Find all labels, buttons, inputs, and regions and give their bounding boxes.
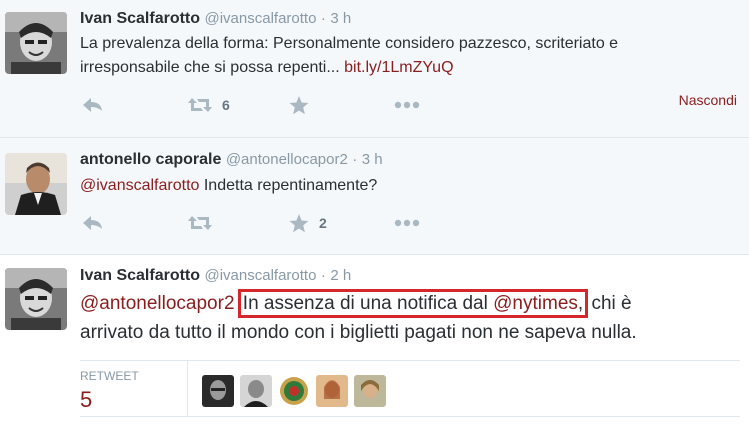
favorite-button[interactable] [289,95,309,115]
retweet-button[interactable] [188,213,212,233]
user-name[interactable]: Ivan Scalfarotto [80,10,200,27]
more-button[interactable] [394,213,420,233]
avatar[interactable] [5,268,67,330]
timestamp[interactable]: 3 h [330,10,351,27]
favorite-icon [289,213,309,232]
reply-button[interactable] [82,213,104,233]
retweeter-avatar[interactable] [278,375,310,407]
tweet-actions: 2 [80,213,440,233]
user-handle[interactable]: @antonellocapor2 [226,151,348,168]
mention-link[interactable]: @ivanscalfarotto [80,177,199,194]
divider [187,361,188,416]
reply-button[interactable] [82,95,104,115]
retweet-count: 6 [222,97,230,113]
avatar[interactable] [5,153,67,215]
tweet-text: @antonellocapor2 In assenza di una notif… [80,289,745,347]
favorite-count: 2 [319,215,327,231]
reply-icon [83,98,102,112]
reply-icon [83,216,102,230]
tweet-text: La prevalenza della forma: Personalmente… [80,32,745,80]
more-icon [394,219,420,227]
retweet-count[interactable]: 5 [80,387,92,413]
tweet-stats: RETWEET 5 [80,360,740,417]
tweet-header: antonello caporale @antonellocapor2 · 3 … [80,151,383,169]
retweeter-avatar[interactable] [354,375,386,407]
retweeter-avatar[interactable] [202,375,234,407]
more-button[interactable] [394,95,420,115]
tweet-item-expanded[interactable]: Ivan Scalfarotto @ivanscalfarotto · 2 h … [0,255,749,434]
avatar[interactable] [5,12,67,74]
retweeter-avatars [202,375,386,407]
user-handle[interactable]: @ivanscalfarotto [204,267,316,284]
more-icon [394,101,420,109]
retweet-label: RETWEET [80,369,139,383]
user-handle[interactable]: @ivanscalfarotto [204,10,316,27]
tweet-text-line: irresponsabile che si possa repenti... b… [80,56,745,80]
tweet-text-part: , [577,293,584,314]
highlight-box: In assenza di una notifica dal @nytimes, [237,289,589,318]
tweet-text-part: Indetta repentinamente? [199,177,378,194]
tweet-item[interactable]: antonello caporale @antonellocapor2 · 3 … [0,138,749,255]
user-name[interactable]: antonello caporale [80,151,221,168]
tweet-text-line: arrivato da tutto il mondo con i bigliet… [80,322,637,343]
retweet-icon [188,216,212,230]
mention-link[interactable]: @antonellocapor2 [80,293,235,314]
favorite-button[interactable]: 2 [289,213,327,233]
tweet-text-line: La prevalenza della forma: Personalmente… [80,35,619,52]
retweet-icon [188,98,212,112]
separator: · [320,267,326,284]
tweet-actions: 6 [80,95,440,115]
tweet-text-part: chi è [586,293,632,314]
mention-link[interactable]: @nytimes [493,293,578,314]
tweet-text-part: irresponsabile che si possa repenti... [80,59,345,76]
tweet-header: Ivan Scalfarotto @ivanscalfarotto · 2 h [80,267,351,285]
separator: · [352,151,358,168]
tweet-item[interactable]: Ivan Scalfarotto @ivanscalfarotto · 3 h … [0,0,749,138]
user-name[interactable]: Ivan Scalfarotto [80,267,200,284]
tweet-link[interactable]: bit.ly/1LmZYuQ [344,59,453,76]
tweet-text-line: @antonellocapor2 In assenza di una notif… [80,289,745,318]
separator: · [320,10,326,27]
retweet-button[interactable]: 6 [188,95,230,115]
tweet-header: Ivan Scalfarotto @ivanscalfarotto · 3 h [80,10,351,28]
tweet-text: @ivanscalfarotto Indetta repentinamente? [80,174,745,198]
timestamp[interactable]: 3 h [362,151,383,168]
retweeter-avatar[interactable] [240,375,272,407]
timestamp[interactable]: 2 h [330,267,351,284]
tweet-text-part: In assenza di una notifica dal [242,293,494,314]
hide-link[interactable]: Nascondi [679,92,737,108]
retweeter-avatar[interactable] [316,375,348,407]
favorite-icon [289,95,309,114]
